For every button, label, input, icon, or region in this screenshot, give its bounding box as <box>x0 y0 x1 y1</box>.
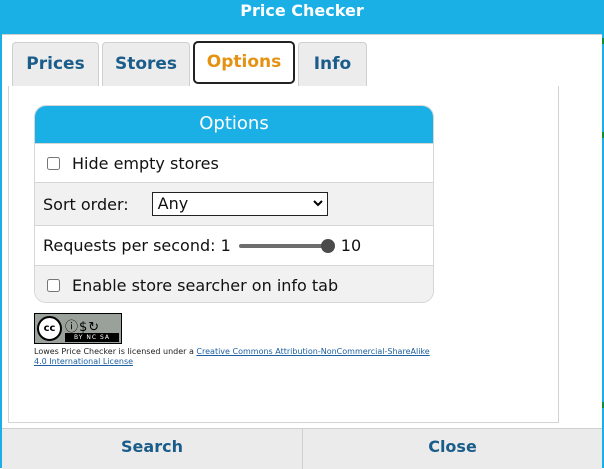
cc-license-badge[interactable]: cc ⓘ$↻ BY NC SA <box>34 313 122 344</box>
store-searcher-checkbox[interactable] <box>47 278 60 292</box>
cc-icon: cc <box>37 316 62 341</box>
requests-per-second-label: Requests per second: 1 <box>43 236 231 255</box>
dialog-footer: Search Close <box>2 428 602 469</box>
store-searcher-row: Enable store searcher on info tab <box>35 265 433 302</box>
tab-prices[interactable]: Prices <box>12 42 99 86</box>
tab-options[interactable]: Options <box>193 41 295 84</box>
hide-empty-stores-row: Hide empty stores <box>35 143 433 182</box>
cc-badge-bar: BY NC SA <box>65 333 119 342</box>
license-prefix: Lowes Price Checker is licensed under a <box>34 347 197 356</box>
hide-empty-stores-label: Hide empty stores <box>72 153 219 173</box>
store-searcher-label: Enable store searcher on info tab <box>72 275 339 295</box>
hide-empty-stores-checkbox[interactable] <box>47 156 60 170</box>
tab-info[interactable]: Info <box>298 42 367 86</box>
requests-per-second-slider[interactable] <box>238 236 335 256</box>
dialog-title: Price Checker <box>2 0 602 35</box>
sort-order-value: Any <box>157 194 189 213</box>
search-button[interactable]: Search <box>2 429 302 469</box>
options-box: Options Hide empty stores Sort order: An… <box>34 105 434 303</box>
requests-per-second-row: Requests per second: 1 10 <box>35 225 433 265</box>
requests-per-second-max: 10 <box>340 236 362 255</box>
tab-stores[interactable]: Stores <box>102 42 190 86</box>
store-searcher-option[interactable]: Enable store searcher on info tab <box>43 276 338 295</box>
sort-order-row: Sort order: Any <box>35 182 433 225</box>
sort-order-select[interactable]: Any <box>151 192 328 216</box>
price-checker-dialog: Price Checker Prices Stores Options Info… <box>0 0 604 469</box>
options-header: Options <box>35 106 433 143</box>
slider-thumb[interactable] <box>320 238 335 253</box>
chevron-down-icon <box>312 193 323 222</box>
close-button[interactable]: Close <box>303 429 602 469</box>
hide-empty-stores-option[interactable]: Hide empty stores <box>43 154 219 173</box>
sort-order-label: Sort order: <box>43 194 129 214</box>
slider-track <box>238 243 329 248</box>
license-text: Lowes Price Checker is licensed under a … <box>34 347 434 367</box>
